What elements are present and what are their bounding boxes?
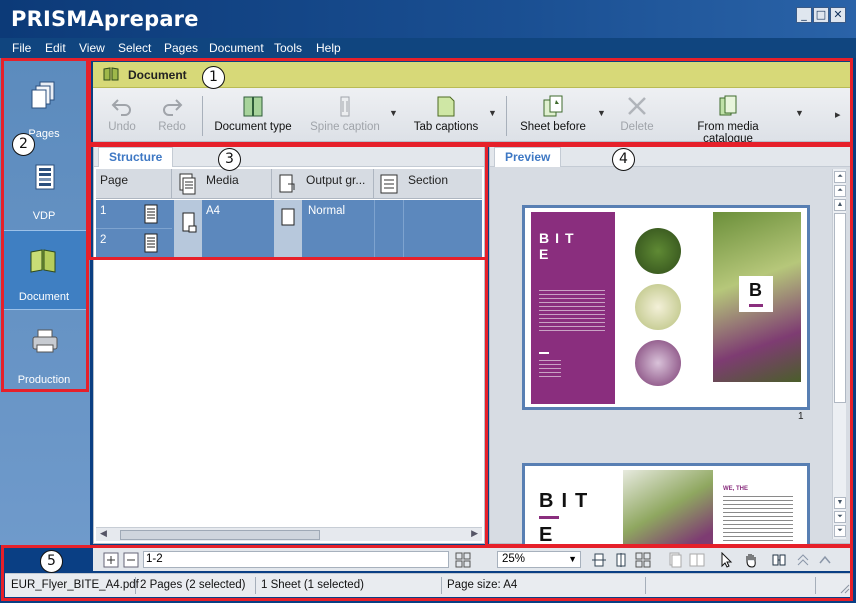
callout-3: 3 [218, 148, 241, 171]
app-window: PRISMAprepare _ □ ✕ File Edit View Selec… [0, 0, 856, 603]
minimize-button[interactable]: _ [796, 7, 812, 23]
annotation-box-3 [88, 144, 488, 260]
menu-tools[interactable]: Tools [274, 41, 302, 55]
menu-select[interactable]: Select [118, 41, 151, 55]
structure-horizontal-scrollbar[interactable]: ◀ ▶ [96, 527, 482, 541]
annotation-box-5 [1, 545, 853, 601]
menu-pages[interactable]: Pages [164, 41, 198, 55]
menu-help[interactable]: Help [316, 41, 341, 55]
scroll-left-icon[interactable]: ◀ [100, 528, 107, 539]
menu-edit[interactable]: Edit [45, 41, 66, 55]
maximize-button[interactable]: □ [813, 7, 829, 23]
title-bar: PRISMAprepare _ □ ✕ [0, 0, 856, 38]
menu-bar: File Edit View Select Pages Document Too… [0, 38, 856, 58]
app-title: PRISMAprepare [11, 7, 199, 31]
callout-1: 1 [202, 66, 225, 89]
callout-2: 2 [12, 133, 35, 156]
scroll-right-icon[interactable]: ▶ [471, 528, 478, 539]
callout-4: 4 [612, 148, 635, 171]
callout-5: 5 [40, 550, 63, 573]
close-button[interactable]: ✕ [830, 7, 846, 23]
annotation-box-2 [1, 58, 89, 392]
menu-file[interactable]: File [12, 41, 31, 55]
menu-view[interactable]: View [79, 41, 105, 55]
scrollbar-thumb[interactable] [120, 530, 320, 540]
menu-document[interactable]: Document [209, 41, 264, 55]
annotation-box-4 [485, 144, 853, 547]
